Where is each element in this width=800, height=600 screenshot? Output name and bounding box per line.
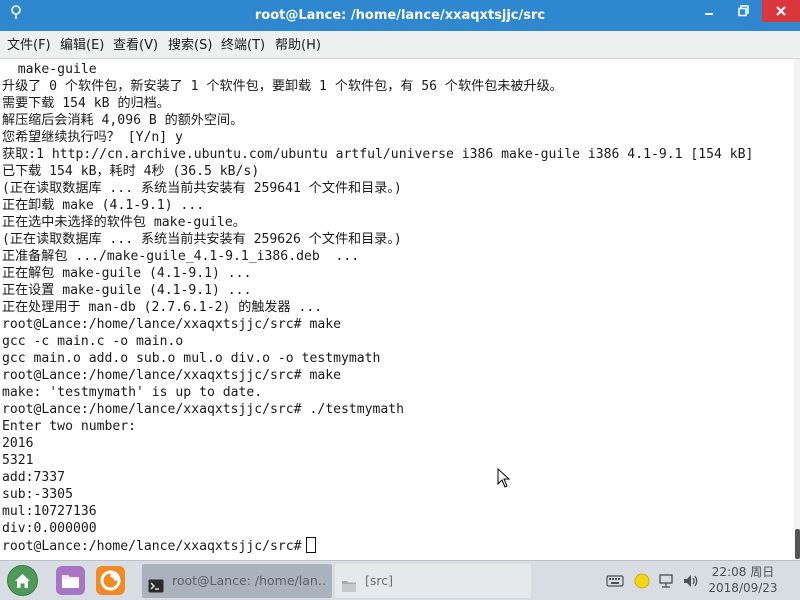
input-method-icon[interactable] <box>633 572 651 590</box>
mouse-pointer-icon <box>497 467 511 492</box>
restore-icon <box>738 5 749 17</box>
file-manager-icon[interactable] <box>54 564 87 597</box>
taskbar-terminal-button[interactable]: root@Lance: /home/lan… <box>142 564 332 598</box>
menu-search[interactable]: 搜索(S) <box>167 31 213 59</box>
terminal-line: 5321 <box>2 453 34 468</box>
terminal-line: sub:-3305 <box>2 487 73 502</box>
terminal-line: root@Lance:/home/lance/xxaqxtsjjc/src# m… <box>2 317 341 332</box>
clock-time: 22:08 周日 <box>711 565 775 579</box>
terminal-line: 正在设置 make-guile (4.1-9.1) ... <box>2 283 252 298</box>
prompt-line[interactable]: root@Lance:/home/lance/xxaqxtsjjc/src# <box>2 537 792 554</box>
scrollbar-thumb[interactable] <box>795 529 800 559</box>
close-icon <box>776 6 786 16</box>
terminal-line: 正在卸载 make (4.1-9.1) ... <box>2 198 205 213</box>
window-titlebar[interactable]: root@Lance: /home/lance/xxaqxtsjjc/src <box>0 0 800 31</box>
terminal-line: gcc -c main.c -o main.o <box>2 334 184 349</box>
menu-terminal[interactable]: 终端(T) <box>220 31 266 59</box>
volume-icon[interactable] <box>682 572 700 590</box>
terminal-area[interactable]: make-guile 升级了 0 个软件包，新安装了 1 个软件包，要卸载 1 … <box>0 59 800 560</box>
maximize-button[interactable] <box>729 0 759 22</box>
taskbar-src-label: [src] <box>365 573 394 588</box>
terminal-line: 正在处理用于 man-db (2.7.6.1-2) 的触发器 ... <box>2 300 323 315</box>
minimize-button[interactable] <box>694 0 724 22</box>
terminal-line: gcc main.o add.o sub.o mul.o div.o -o te… <box>2 351 381 366</box>
terminal-line: root@Lance:/home/lance/xxaqxtsjjc/src# m… <box>2 368 341 383</box>
terminal-line: root@Lance:/home/lance/xxaqxtsjjc/src# .… <box>2 402 405 417</box>
terminal-line: 您希望继续执行吗？ [Y/n] y <box>2 130 183 145</box>
clock-date: 2018/09/23 <box>708 581 778 595</box>
firefox-icon[interactable] <box>94 564 127 597</box>
terminal-icon <box>148 573 164 593</box>
taskbar-terminal-label: root@Lance: /home/lan… <box>172 573 327 588</box>
menu-edit[interactable]: 编辑(E) <box>59 31 105 59</box>
terminal-line: 正在选中未选择的软件包 make-guile。 <box>2 215 246 230</box>
menu-bar: 文件(F) 编辑(E) 查看(V) 搜索(S) 终端(T) 帮助(H) <box>0 31 800 59</box>
minimize-icon <box>705 13 713 15</box>
prompt-text: root@Lance:/home/lance/xxaqxtsjjc/src# <box>2 539 302 554</box>
text-cursor <box>305 537 316 553</box>
clock[interactable]: 22:08 周日 2018/09/23 <box>700 564 786 598</box>
terminal-line: 解压缩后会消耗 4,096 B 的额外空间。 <box>2 113 244 128</box>
terminal-line: 已下载 154 kB，耗时 4秒 (36.5 kB/s) <box>2 164 260 179</box>
window-title: root@Lance: /home/lance/xxaqxtsjjc/src <box>254 8 546 23</box>
terminal-output: make-guile 升级了 0 个软件包，新安装了 1 个软件包，要卸载 1 … <box>2 61 792 554</box>
terminal-line: (正在读取数据库 ... 系统当前共安装有 259641 个文件和目录。) <box>2 181 402 196</box>
terminal-line: add:7337 <box>2 470 66 485</box>
terminal-line: div:0.000000 <box>2 521 97 536</box>
terminal-line: 获取:1 http://cn.archive.ubuntu.com/ubuntu… <box>2 147 754 162</box>
keyboard-icon[interactable] <box>606 572 624 590</box>
menu-file[interactable]: 文件(F) <box>6 31 52 59</box>
menu-view[interactable]: 查看(V) <box>112 31 159 59</box>
taskbar: root@Lance: /home/lan… [src] 22:08 周日 20… <box>0 560 800 600</box>
home-icon[interactable] <box>6 564 39 597</box>
close-button[interactable] <box>762 0 800 22</box>
terminal-line: 2016 <box>2 436 34 451</box>
terminal-line: Enter two number: <box>2 419 137 434</box>
terminal-line: (正在读取数据库 ... 系统当前共安装有 259626 个文件和目录。) <box>2 232 402 247</box>
taskbar-src-folder-button[interactable]: [src] <box>335 564 531 598</box>
network-icon[interactable] <box>657 572 675 590</box>
menu-help[interactable]: 帮助(H) <box>274 31 322 59</box>
terminal-line: make-guile <box>2 62 97 77</box>
terminal-scrollbar[interactable] <box>794 59 800 560</box>
terminal-line: 正准备解包 .../make-guile_4.1-9.1_i386.deb ..… <box>2 249 360 264</box>
terminal-line: 升级了 0 个软件包，新安装了 1 个软件包，要卸载 1 个软件包，有 56 个… <box>2 79 563 94</box>
terminal-line: mul:10727136 <box>2 504 97 519</box>
folder-icon <box>341 573 357 592</box>
terminal-line: 正在解包 make-guile (4.1-9.1) ... <box>2 266 252 281</box>
terminal-line: 需要下载 154 kB 的归档。 <box>2 96 170 111</box>
terminal-line: make: 'testmymath' is up to date. <box>2 385 263 400</box>
